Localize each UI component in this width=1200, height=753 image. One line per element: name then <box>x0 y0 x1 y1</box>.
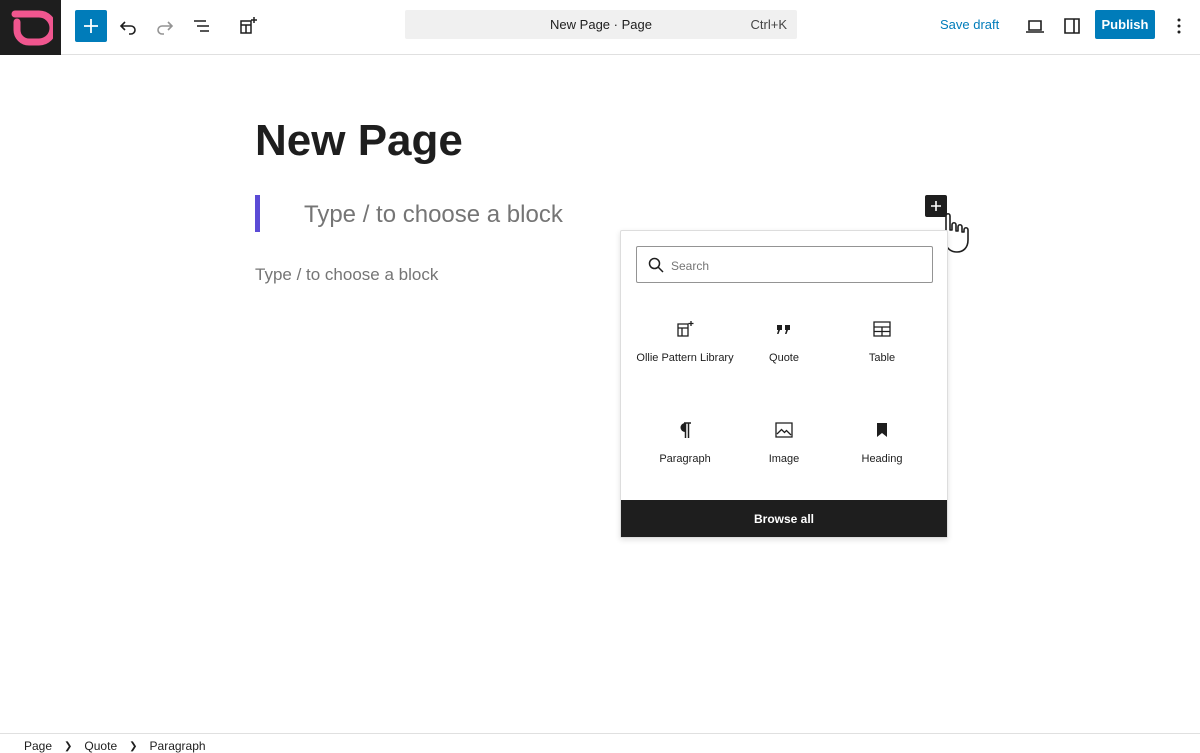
block-option-quote[interactable]: Quote <box>735 317 833 366</box>
breadcrumb-item-quote[interactable]: Quote <box>84 739 117 753</box>
heading-icon <box>870 418 894 442</box>
patterns-button[interactable] <box>232 10 264 42</box>
desktop-preview-icon <box>1026 20 1044 33</box>
redo-icon <box>157 21 174 35</box>
block-option-label: Quote <box>769 352 799 364</box>
undo-button[interactable] <box>112 10 144 42</box>
block-option-label: Image <box>768 453 800 465</box>
block-option-label: Heading <box>861 453 903 465</box>
pattern-add-icon <box>240 17 257 34</box>
search-placeholder: Search <box>671 259 710 273</box>
plus-icon <box>84 19 98 33</box>
command-palette-button[interactable]: New Page · Page Ctrl+K <box>405 10 797 39</box>
options-menu-button[interactable] <box>1163 10 1195 42</box>
document-title: New Page · Page <box>550 17 652 32</box>
block-search-input[interactable]: Search <box>636 246 933 283</box>
block-breadcrumb-bar: Page ❯ Quote ❯ Paragraph <box>0 733 1200 753</box>
publish-button[interactable]: Publish <box>1095 10 1155 39</box>
shortcut-hint: Ctrl+K <box>750 17 787 32</box>
block-option-paragraph[interactable]: Paragraph <box>636 418 734 467</box>
site-logo[interactable] <box>0 0 61 55</box>
ollie-logo-icon <box>11 10 53 45</box>
breadcrumb: Page ❯ Quote ❯ Paragraph <box>24 739 206 753</box>
more-vertical-icon <box>1177 18 1181 34</box>
redo-button[interactable] <box>149 10 181 42</box>
block-option-label: Table <box>868 352 896 364</box>
pattern-library-icon <box>673 317 697 341</box>
block-inserter-toggle-button[interactable] <box>75 10 107 42</box>
quote-block-border <box>255 195 260 232</box>
image-icon <box>772 418 796 442</box>
browse-all-button[interactable]: Browse all <box>621 500 947 537</box>
quick-inserter-popover: Search Ollie Pattern Library Quote Table… <box>620 230 948 538</box>
breadcrumb-item-paragraph: Paragraph <box>149 739 206 753</box>
settings-sidebar-toggle[interactable] <box>1056 10 1088 42</box>
save-draft-button[interactable]: Save draft <box>940 17 999 32</box>
preview-button[interactable] <box>1019 10 1051 42</box>
block-option-label: Ollie Pattern Library <box>636 352 734 364</box>
list-view-icon <box>194 20 209 32</box>
quote-icon <box>772 317 796 341</box>
editor-toolbar: New Page · Page Ctrl+K Save draft Publis… <box>0 0 1200 55</box>
paragraph-block-placeholder[interactable]: Type / to choose a block <box>255 265 438 285</box>
block-option-heading[interactable]: Heading <box>833 418 931 467</box>
block-option-ollie-pattern-library[interactable]: Ollie Pattern Library <box>636 317 734 366</box>
block-option-table[interactable]: Table <box>833 317 931 366</box>
block-option-image[interactable]: Image <box>735 418 833 467</box>
breadcrumb-item-page[interactable]: Page <box>24 739 52 753</box>
search-icon <box>648 257 664 273</box>
page-title[interactable]: New Page <box>255 116 463 166</box>
sidebar-icon <box>1064 18 1080 34</box>
quote-block-placeholder[interactable]: Type / to choose a block <box>304 201 563 229</box>
document-overview-button[interactable] <box>186 10 218 42</box>
table-icon <box>870 317 894 341</box>
undo-icon <box>119 21 136 35</box>
paragraph-icon <box>673 418 697 442</box>
block-option-label: Paragraph <box>659 453 711 465</box>
